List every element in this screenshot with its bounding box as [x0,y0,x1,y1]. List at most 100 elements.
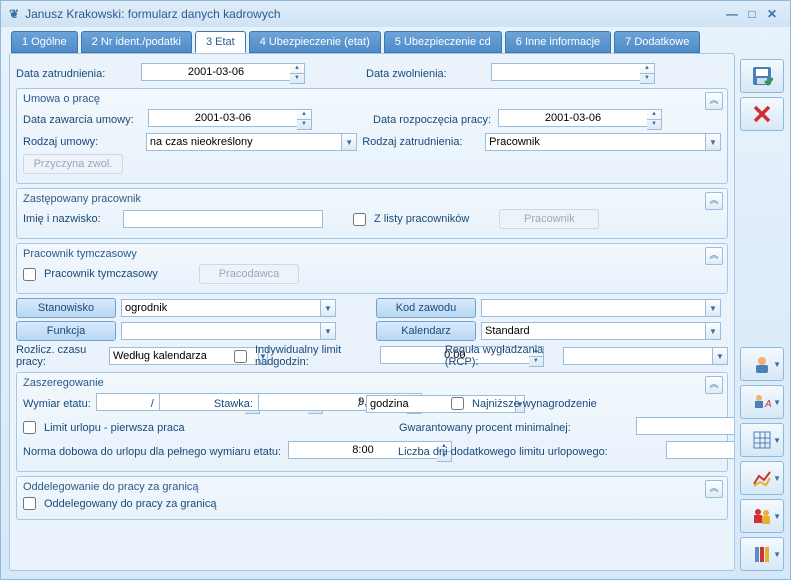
person-icon [752,354,772,374]
tymcz-label: Pracownik tymczasowy [44,268,194,280]
stawka-input[interactable]: ▲▼ [258,393,353,414]
regula-combo[interactable]: ▼ [563,347,728,365]
group-umowa: Umowa o pracę ︽ Data zawarcia umowy: ▲▼ … [16,88,728,184]
grid-icon [752,430,772,450]
funkcja-button[interactable]: Funkcja [16,321,116,341]
group-zaszeregowanie: Zaszeregowanie ︽ Wymiar etatu: ▲▼ / ▲▼ S… [16,372,728,472]
tab-ubezp-cd[interactable]: 5 Ubezpieczenie cd [384,31,502,53]
wymiar2-input[interactable]: ▲▼ [159,393,209,414]
stanowisko-button[interactable]: Stanowisko [16,298,116,318]
gwarant-input[interactable]: ▲▼ [636,417,721,438]
z-listy-checkbox[interactable] [353,213,366,226]
rozlicz-combo[interactable]: ▼ [109,347,229,365]
oddeleg-label: Oddelegowany do pracy za granicą [44,498,216,510]
oddeleg-checkbox[interactable] [23,497,36,510]
group-tymczasowy: Pracownik tymczasowy ︽ Pracownik tymczas… [16,243,728,294]
indyw-limit-label: Indywidualny limit nadgodzin: [255,344,375,368]
rodzaj-zatr-combo[interactable]: ▼ [485,133,721,151]
side-btn-6[interactable]: ▼ [740,537,784,571]
z-listy-label: Z listy pracowników [374,213,469,225]
tab-ubezp-etat[interactable]: 4 Ubezpieczenie (etat) [249,31,381,53]
group-oddeleg-title: Oddelegowanie do pracy za granicą [23,481,721,493]
group-zaszereg-title: Zaszeregowanie [23,377,721,389]
wymiar-label: Wymiar etatu: [23,398,91,410]
okres-combo[interactable]: ▼ [366,395,446,413]
funkcja-combo[interactable]: ▼ [121,322,336,340]
data-zawarcia-label: Data zawarcia umowy: [23,114,143,126]
svg-text:A: A [764,399,772,410]
rozlicz-label: Rozlicz. czasu pracy: [16,344,104,368]
group-oddelegowanie: Oddelegowanie do pracy za granicą ︽ Odde… [16,476,728,520]
maximize-button[interactable]: □ [742,7,762,21]
data-rozpoczecia-input[interactable]: ▲▼ [498,109,593,130]
rodzaj-umowy-combo[interactable]: ▼ [146,133,357,151]
books-icon [752,544,772,564]
regula-label: Reguła wygładzania (RCP): [445,344,558,368]
data-zwolnienia-label: Data zwolnienia: [366,68,486,80]
sidebar: ▼ A▼ ▼ ▼ ▼ ▼ [740,59,784,571]
data-zawarcia-input[interactable]: ▲▼ [148,109,243,130]
side-btn-2[interactable]: A▼ [740,385,784,419]
tymczasowy-checkbox[interactable] [23,268,36,281]
side-btn-5[interactable]: ▼ [740,499,784,533]
limit-urlopu-label: Limit urlopu - pierwsza praca [44,422,394,434]
kod-combo[interactable]: ▼ [481,299,721,317]
side-btn-3[interactable]: ▼ [740,423,784,457]
norma-label: Norma dobowa do urlopu dla pełnego wymia… [23,446,283,458]
data-zwolnienia-input[interactable]: ▲▼ [491,63,586,84]
collapse-button[interactable]: ︽ [705,192,723,210]
collapse-button[interactable]: ︽ [705,480,723,498]
group-tymcz-title: Pracownik tymczasowy [23,248,721,260]
close-button[interactable]: ✕ [762,7,782,21]
gwarant-label: Gwarantowany procent minimalnej: [399,422,571,434]
collapse-button[interactable]: ︽ [705,376,723,394]
side-btn-4[interactable]: ▼ [740,461,784,495]
liczba-input[interactable]: ▲▼ [666,441,721,462]
save-button[interactable] [740,59,784,93]
data-zatrudnienia-input[interactable]: ▲▼ [141,63,236,84]
data-zatrudnienia-label: Data zatrudnienia: [16,68,136,80]
liczba-label: Liczba dni dodatkowego limitu urlopowego… [398,446,608,458]
titlebar: ❦ Janusz Krakowski: formularz danych kad… [1,1,790,27]
chart-icon [752,468,772,488]
najnizsze-checkbox[interactable] [451,397,464,410]
kod-zawodu-button[interactable]: Kod zawodu [376,298,476,318]
x-icon [752,104,772,124]
cancel-button[interactable] [740,97,784,131]
tab-dodatkowe[interactable]: 7 Dodatkowe [614,31,700,53]
kalendarz-combo[interactable]: ▼ [481,322,721,340]
tab-etat[interactable]: 3 Etat [195,31,246,53]
tabstrip: 1 Ogólne 2 Nr ident./podatki 3 Etat 4 Ub… [1,27,790,53]
tab-inne[interactable]: 6 Inne informacje [505,31,611,53]
limit-input[interactable]: ▲▼ [380,346,440,367]
window-title: Janusz Krakowski: formularz danych kadro… [25,7,280,21]
imie-input[interactable] [123,210,323,228]
disk-icon [751,65,773,87]
norma-input[interactable]: ▲▼ [288,441,348,462]
group-zastepowany: Zastępowany pracownik ︽ Imię i nazwisko:… [16,188,728,239]
content: Data zatrudnienia: ▲▼ Data zwolnienia: ▲… [9,53,735,571]
kalendarz-button[interactable]: Kalendarz [376,321,476,341]
person-a-icon: A [752,392,772,412]
stanowisko-combo[interactable]: ▼ [121,299,336,317]
minimize-button[interactable]: — [722,7,742,21]
slash2: / [358,398,361,410]
people-icon [752,506,772,526]
side-btn-1[interactable]: ▼ [740,347,784,381]
limit-urlopu-checkbox[interactable] [23,421,36,434]
group-zast-title: Zastępowany pracownik [23,193,721,205]
indyw-limit-checkbox[interactable] [234,350,247,363]
najnizsze-label: Najniższe wynagrodzenie [472,398,597,410]
tab-nrident[interactable]: 2 Nr ident./podatki [81,31,192,53]
pracodawca-button: Pracodawca [199,264,299,284]
window: ❦ Janusz Krakowski: formularz danych kad… [0,0,791,580]
przyczyna-button: Przyczyna zwol. [23,154,123,174]
collapse-button[interactable]: ︽ [705,92,723,110]
wymiar1-input[interactable]: ▲▼ [96,393,146,414]
tab-ogolne[interactable]: 1 Ogólne [11,31,78,53]
stawka-label: Stawka: [214,398,253,410]
rodzaj-zatr-label: Rodzaj zatrudnienia: [362,136,480,148]
collapse-button[interactable]: ︽ [705,247,723,265]
rodzaj-umowy-label: Rodzaj umowy: [23,136,141,148]
imie-label: Imię i nazwisko: [23,213,118,225]
